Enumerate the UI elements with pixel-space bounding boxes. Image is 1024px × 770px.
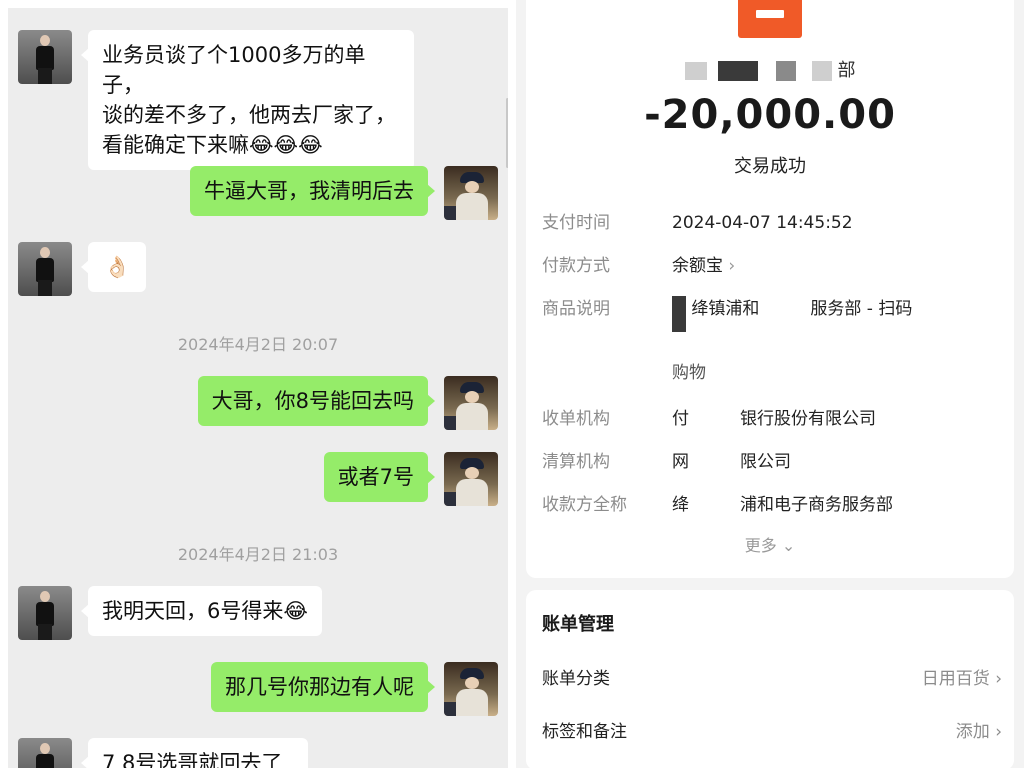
detail-label: 收单机构 <box>542 409 610 429</box>
message-line: 那几号你那边有人呢 <box>225 675 414 699</box>
chat-timestamp: 2024年4月2日 21:03 <box>177 545 339 564</box>
detail-value: 绛 浦和电子商务服务部 <box>672 495 893 515</box>
self-avatar[interactable] <box>444 376 498 430</box>
ok-hand-emoji: 👌🏻 <box>104 255 131 279</box>
chat-message-received: 我明天回，6号得来😂 <box>18 586 322 640</box>
message-line: 大哥，你8号能回去吗 <box>211 389 414 413</box>
message-bubble[interactable]: 或者7号 <box>323 452 436 502</box>
chat-message-received: 👌🏻 <box>18 242 147 296</box>
chat-timestamp: 2024年4月2日 20:07 <box>177 335 339 354</box>
detail-value: 付 银行股份有限公司 <box>672 409 876 429</box>
row-label: 标签和备注 <box>542 722 627 742</box>
detail-value: 绛镇浦和 服务部 - 扫码 购物 <box>672 296 1002 386</box>
row-value: 日用百货 › <box>921 669 1002 689</box>
message-line: 谈的差不多了，他两去厂家了， <box>102 103 396 127</box>
chat-scrollbar[interactable] <box>506 98 508 168</box>
chat-panel: 业务员谈了个1000多万的单子， 谈的差不多了，他两去厂家了， 看能确定下来嘛😂… <box>8 8 508 768</box>
message-line: 或者7号 <box>337 465 414 489</box>
detail-label: 清算机构 <box>542 452 610 472</box>
message-bubble[interactable]: 牛逼大哥，我清明后去 <box>190 166 435 216</box>
bill-management-card: 账单管理 账单分类 日用百货 › 标签和备注 添加 › <box>526 590 1014 770</box>
message-bubble[interactable]: 我明天回，6号得来😂 <box>81 586 322 636</box>
redaction-mark <box>672 296 686 332</box>
detail-value: 网 限公司 <box>672 452 791 472</box>
detail-row-goods-desc: 商品说明 绛镇浦和 服务部 - 扫码 购物 <box>542 296 1002 383</box>
message-line: 业务员谈了个1000多万的单子， <box>102 43 366 97</box>
message-line: 7 8号选哥就回去了 <box>102 751 283 768</box>
transaction-amount: -20,000.00 <box>644 92 896 138</box>
redaction-mark <box>776 61 796 81</box>
detail-label: 收款方全称 <box>542 495 627 515</box>
chat-message-sent: 大哥，你8号能回去吗 <box>197 376 498 430</box>
message-line: 我明天回，6号得来😂 <box>102 599 308 623</box>
contact-avatar[interactable] <box>18 738 72 768</box>
section-title: 账单管理 <box>542 614 614 635</box>
self-avatar[interactable] <box>444 452 498 506</box>
transaction-card: 部 -20,000.00 交易成功 支付时间 2024-04-07 14:45:… <box>526 0 1014 578</box>
redaction-mark <box>684 62 707 80</box>
redaction-mark <box>811 61 832 81</box>
detail-value: 余额宝 › <box>672 253 1002 279</box>
chat-message-sent: 牛逼大哥，我清明后去 <box>190 166 498 220</box>
message-bubble[interactable]: 那几号你那边有人呢 <box>211 662 435 712</box>
message-bubble[interactable]: 👌🏻 <box>80 242 147 292</box>
more-button[interactable]: 更多 ⌄ <box>526 532 1014 556</box>
message-bubble[interactable]: 大哥，你8号能回去吗 <box>197 376 436 426</box>
detail-label: 付款方式 <box>542 256 610 276</box>
message-bubble[interactable]: 业务员谈了个1000多万的单子， 谈的差不多了，他两去厂家了， 看能确定下来嘛😂… <box>81 30 414 170</box>
detail-label: 支付时间 <box>542 213 610 233</box>
row-value: 添加 › <box>955 722 1002 742</box>
merchant-logo-icon <box>738 0 802 38</box>
merchant-name: 部 <box>526 56 1014 82</box>
goods-desc-value: 绛镇浦和 服务部 - 扫码 <box>691 299 913 319</box>
pay-method-value: 余额宝 <box>672 256 723 276</box>
chat-message-received: 7 8号选哥就回去了 <box>18 738 308 768</box>
detail-label: 商品说明 <box>542 299 610 319</box>
redaction-mark <box>718 61 759 81</box>
self-avatar[interactable] <box>444 166 498 220</box>
detail-value: 2024-04-07 14:45:52 <box>672 213 853 233</box>
chat-message-received: 业务员谈了个1000多万的单子， 谈的差不多了，他两去厂家了， 看能确定下来嘛😂… <box>18 30 414 170</box>
contact-avatar[interactable] <box>18 30 72 84</box>
chat-message-sent: 那几号你那边有人呢 <box>211 662 498 716</box>
contact-avatar[interactable] <box>18 242 72 296</box>
contact-avatar[interactable] <box>18 586 72 640</box>
message-bubble[interactable]: 7 8号选哥就回去了 <box>81 738 308 768</box>
message-line: 看能确定下来嘛😂😂😂 <box>102 133 323 157</box>
goods-desc-value-line2: 购物 <box>672 363 706 383</box>
transaction-status: 交易成功 <box>734 156 806 177</box>
row-label: 账单分类 <box>542 669 610 689</box>
merchant-name-suffix: 部 <box>837 60 856 81</box>
message-line: 牛逼大哥，我清明后去 <box>204 179 414 203</box>
chat-message-sent: 或者7号 <box>323 452 498 506</box>
self-avatar[interactable] <box>444 662 498 716</box>
payment-detail-panel: 部 -20,000.00 交易成功 支付时间 2024-04-07 14:45:… <box>516 0 1024 770</box>
chevron-right-icon: › <box>728 256 736 276</box>
